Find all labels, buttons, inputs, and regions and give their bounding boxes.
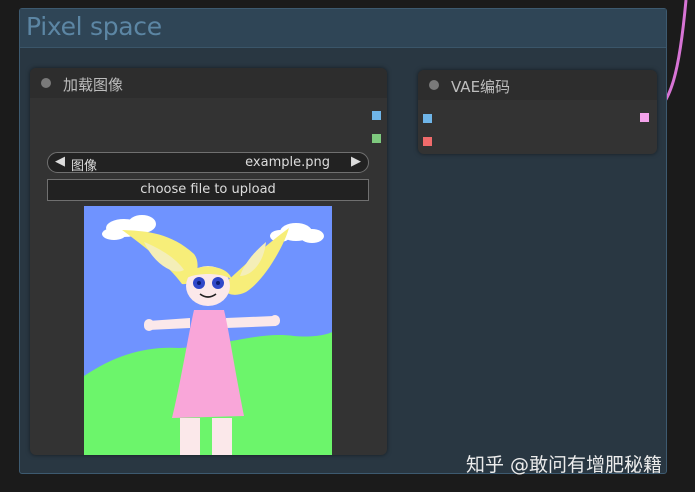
group-header[interactable]: Pixel space — [20, 9, 666, 48]
mask-output-port[interactable] — [372, 134, 381, 143]
image-widget-label: 图像 — [71, 159, 98, 174]
arrow-right-icon[interactable]: ▶ — [351, 154, 361, 169]
node-title: 加载图像 — [63, 76, 124, 94]
pixels-input-port[interactable] — [423, 114, 432, 123]
upload-button[interactable]: choose file to upload — [47, 179, 369, 201]
image-preview — [84, 206, 332, 455]
node-header[interactable]: VAE编码 — [418, 70, 657, 100]
node-header[interactable]: 加载图像 — [30, 68, 387, 98]
vae-encode-node[interactable]: VAE编码 — [418, 70, 657, 154]
vae-input-port[interactable] — [423, 137, 432, 146]
load-image-node[interactable]: 加载图像 ◀ 图像 example.png ▶ choose file to u… — [30, 68, 387, 455]
collapse-dot-icon[interactable] — [429, 80, 439, 90]
arrow-left-icon[interactable]: ◀ — [55, 154, 65, 169]
image-widget-value: example.png — [245, 155, 330, 170]
node-title: VAE编码 — [451, 78, 511, 96]
image-output-port[interactable] — [372, 111, 381, 120]
watermark: 知乎 @敢问有增肥秘籍 — [466, 454, 663, 476]
latent-output-port[interactable] — [640, 113, 649, 122]
image-select-widget[interactable]: ◀ 图像 example.png ▶ — [47, 152, 369, 174]
group-title: Pixel space — [26, 12, 162, 41]
cartoon-girl-drawing — [84, 206, 332, 455]
collapse-dot-icon[interactable] — [41, 78, 51, 88]
